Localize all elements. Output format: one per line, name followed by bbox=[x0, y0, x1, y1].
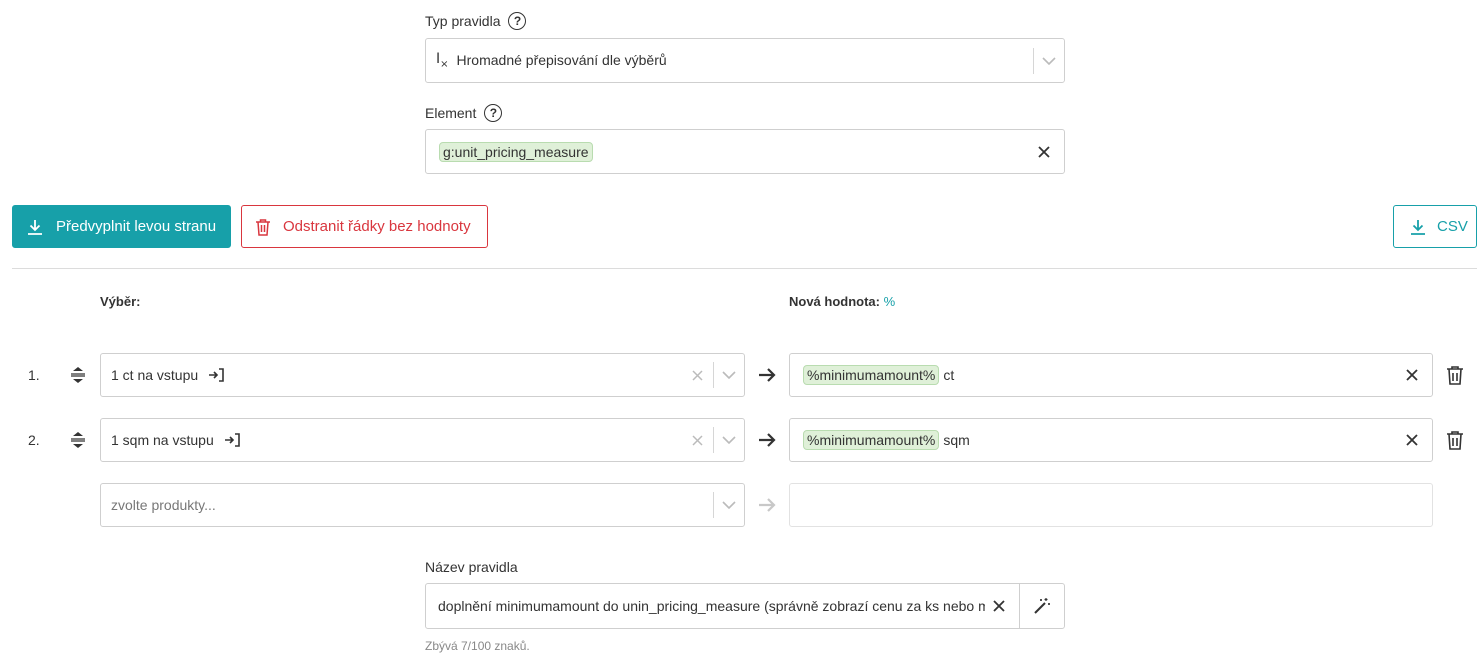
help-icon[interactable]: ? bbox=[508, 12, 527, 30]
char-count-hint: Zbývá 7/100 znaků. bbox=[425, 639, 530, 653]
download-icon bbox=[1409, 218, 1427, 236]
chevron-down-icon[interactable] bbox=[1034, 56, 1064, 65]
input-enter-icon bbox=[224, 433, 240, 447]
rule-type-label: Typ pravidla ? bbox=[425, 12, 527, 30]
row-number: 1. bbox=[28, 367, 40, 383]
selection-column-header: Výběr: bbox=[100, 294, 141, 309]
remove-empty-rows-button[interactable]: Odstranit řádky bez hodnoty bbox=[241, 205, 488, 248]
variable-chip: %minimumamount% bbox=[803, 430, 940, 450]
arrow-right-icon bbox=[757, 431, 777, 452]
new-value-field[interactable]: %minimumamount% ct bbox=[789, 353, 1433, 397]
prefill-left-button[interactable]: Předvyplnit levou stranu bbox=[12, 205, 231, 248]
percent-symbol: % bbox=[883, 294, 896, 309]
element-field[interactable]: g:unit_pricing_measure bbox=[425, 129, 1065, 174]
arrow-right-icon bbox=[757, 496, 777, 517]
delete-row-trash-icon[interactable] bbox=[1446, 430, 1464, 453]
input-enter-icon bbox=[208, 368, 224, 382]
rule-name-input[interactable]: doplnění minimumamount do unin_pricing_m… bbox=[426, 598, 985, 614]
rule-name-label: Název pravidla bbox=[425, 559, 518, 575]
new-value-column-header: Nová hodnota: % bbox=[789, 294, 896, 309]
delete-row-trash-icon[interactable] bbox=[1446, 365, 1464, 388]
arrow-right-icon bbox=[757, 366, 777, 387]
chevron-down-icon[interactable] bbox=[714, 436, 744, 444]
clear-icon[interactable] bbox=[1400, 428, 1424, 452]
help-icon[interactable]: ? bbox=[484, 104, 503, 122]
clear-icon[interactable] bbox=[685, 428, 709, 452]
text-cursor-clear-icon: I× bbox=[436, 51, 449, 70]
new-value-text: ct bbox=[943, 367, 955, 383]
magic-wand-icon[interactable] bbox=[1020, 584, 1064, 628]
element-label: Element ? bbox=[425, 104, 503, 122]
drag-handle-icon[interactable] bbox=[68, 430, 88, 453]
divider bbox=[12, 268, 1477, 269]
variable-chip: %minimumamount% bbox=[803, 365, 940, 385]
selection-select[interactable]: 1 ct na vstupu bbox=[100, 353, 745, 397]
download-icon bbox=[26, 218, 44, 236]
clear-icon[interactable] bbox=[987, 594, 1011, 618]
drag-handle-icon[interactable] bbox=[68, 365, 88, 388]
placeholder-text: zvolte produkty... bbox=[111, 497, 216, 513]
selection-select[interactable]: 1 sqm na vstupu bbox=[100, 418, 745, 462]
row-number: 2. bbox=[28, 432, 40, 448]
chevron-down-icon[interactable] bbox=[714, 371, 744, 379]
clear-icon[interactable] bbox=[1400, 363, 1424, 387]
element-chip: g:unit_pricing_measure bbox=[439, 141, 593, 162]
new-value-text: sqm bbox=[943, 432, 970, 448]
csv-button[interactable]: CSV bbox=[1393, 205, 1477, 248]
rule-name-field[interactable]: doplnění minimumamount do unin_pricing_m… bbox=[425, 583, 1065, 629]
new-row-selection-select[interactable]: zvolte produkty... bbox=[100, 483, 745, 527]
rule-type-select[interactable]: I× Hromadné přepisování dle výběrů bbox=[425, 38, 1065, 83]
clear-icon[interactable] bbox=[1032, 140, 1056, 164]
new-value-field[interactable]: %minimumamount% sqm bbox=[789, 418, 1433, 462]
new-row-value-field[interactable] bbox=[789, 483, 1433, 527]
clear-icon[interactable] bbox=[685, 363, 709, 387]
trash-icon bbox=[255, 218, 271, 236]
chevron-down-icon[interactable] bbox=[714, 501, 744, 509]
